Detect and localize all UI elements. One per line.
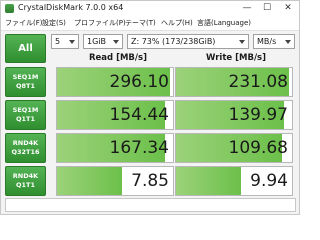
test-params: Q1T1 bbox=[15, 181, 35, 189]
test-button-seq1m-q8t1[interactable]: SEQ1M Q8T1 bbox=[5, 67, 46, 97]
test-count-value: 5 bbox=[55, 37, 61, 46]
menu-language[interactable]: 言語(Language) bbox=[197, 18, 251, 28]
menu-settings[interactable]: 設定(S) bbox=[42, 18, 66, 28]
test-size-value: 1GiB bbox=[87, 37, 106, 46]
all-tests-button[interactable]: All bbox=[5, 34, 46, 63]
read-value: 296.10 bbox=[109, 72, 169, 92]
test-button-rnd4k-q1t1[interactable]: RND4K Q1T1 bbox=[5, 166, 46, 196]
app-window: CrystalDiskMark 7.0.0 x64 — ☐ ✕ ファイル(F) … bbox=[0, 0, 300, 215]
write-result-cell: 231.08 bbox=[175, 67, 293, 97]
menu-help[interactable]: ヘルプ(H) bbox=[161, 18, 193, 28]
test-button-rnd4k-q32t16[interactable]: RND4K Q32T16 bbox=[5, 133, 46, 163]
test-name: RND4K bbox=[12, 139, 39, 147]
chevron-down-icon bbox=[113, 40, 119, 44]
write-value: 139.97 bbox=[228, 105, 288, 125]
drive-select[interactable]: Z: 73% (173/238GiB) bbox=[127, 34, 249, 49]
chevron-down-icon bbox=[285, 40, 291, 44]
unit-value: MB/s bbox=[257, 37, 277, 46]
title-bar: CrystalDiskMark 7.0.0 x64 — ☐ ✕ bbox=[1, 1, 299, 16]
read-header: Read [MB/s] bbox=[89, 53, 147, 63]
menu-file[interactable]: ファイル(F) bbox=[5, 18, 43, 28]
maximize-button[interactable]: ☐ bbox=[257, 1, 277, 16]
write-header: Write [MB/s] bbox=[206, 53, 266, 63]
test-params: Q1T1 bbox=[15, 115, 35, 123]
test-params: Q8T1 bbox=[15, 82, 35, 90]
chevron-down-icon bbox=[69, 40, 75, 44]
test-size-select[interactable]: 1GiB bbox=[83, 34, 123, 49]
chevron-down-icon bbox=[239, 40, 245, 44]
app-icon bbox=[5, 4, 14, 13]
read-result-cell: 167.34 bbox=[56, 133, 174, 163]
test-count-select[interactable]: 5 bbox=[51, 34, 79, 49]
read-value: 167.34 bbox=[109, 138, 169, 158]
minimize-button[interactable]: — bbox=[237, 1, 257, 16]
write-result-cell: 9.94 bbox=[175, 166, 293, 196]
read-progress-fill bbox=[57, 167, 122, 195]
read-value: 154.44 bbox=[109, 105, 169, 125]
write-value: 231.08 bbox=[228, 72, 288, 92]
write-progress-fill bbox=[176, 167, 241, 195]
test-name: SEQ1M bbox=[12, 106, 39, 114]
read-value: 7.85 bbox=[131, 171, 169, 191]
menu-bar: ファイル(F) 設定(S) プロファイル(P) テーマ(T) ヘルプ(H) 言語… bbox=[1, 16, 299, 31]
read-result-cell: 7.85 bbox=[56, 166, 174, 196]
read-result-cell: 296.10 bbox=[56, 67, 174, 97]
test-name: SEQ1M bbox=[12, 73, 39, 81]
write-result-cell: 109.68 bbox=[175, 133, 293, 163]
write-value: 9.94 bbox=[250, 171, 288, 191]
write-value: 109.68 bbox=[228, 138, 288, 158]
comment-input[interactable] bbox=[5, 198, 296, 212]
test-button-seq1m-q1t1[interactable]: SEQ1M Q1T1 bbox=[5, 100, 46, 130]
unit-select[interactable]: MB/s bbox=[253, 34, 295, 49]
menu-theme[interactable]: テーマ(T) bbox=[125, 18, 156, 28]
read-result-cell: 154.44 bbox=[56, 100, 174, 130]
write-result-cell: 139.97 bbox=[175, 100, 293, 130]
drive-value: Z: 73% (173/238GiB) bbox=[131, 37, 216, 46]
window-title: CrystalDiskMark 7.0.0 x64 bbox=[18, 3, 124, 12]
test-params: Q32T16 bbox=[11, 148, 40, 156]
test-name: RND4K bbox=[12, 172, 39, 180]
menu-profile[interactable]: プロファイル(P) bbox=[74, 18, 126, 28]
close-button[interactable]: ✕ bbox=[278, 1, 298, 16]
